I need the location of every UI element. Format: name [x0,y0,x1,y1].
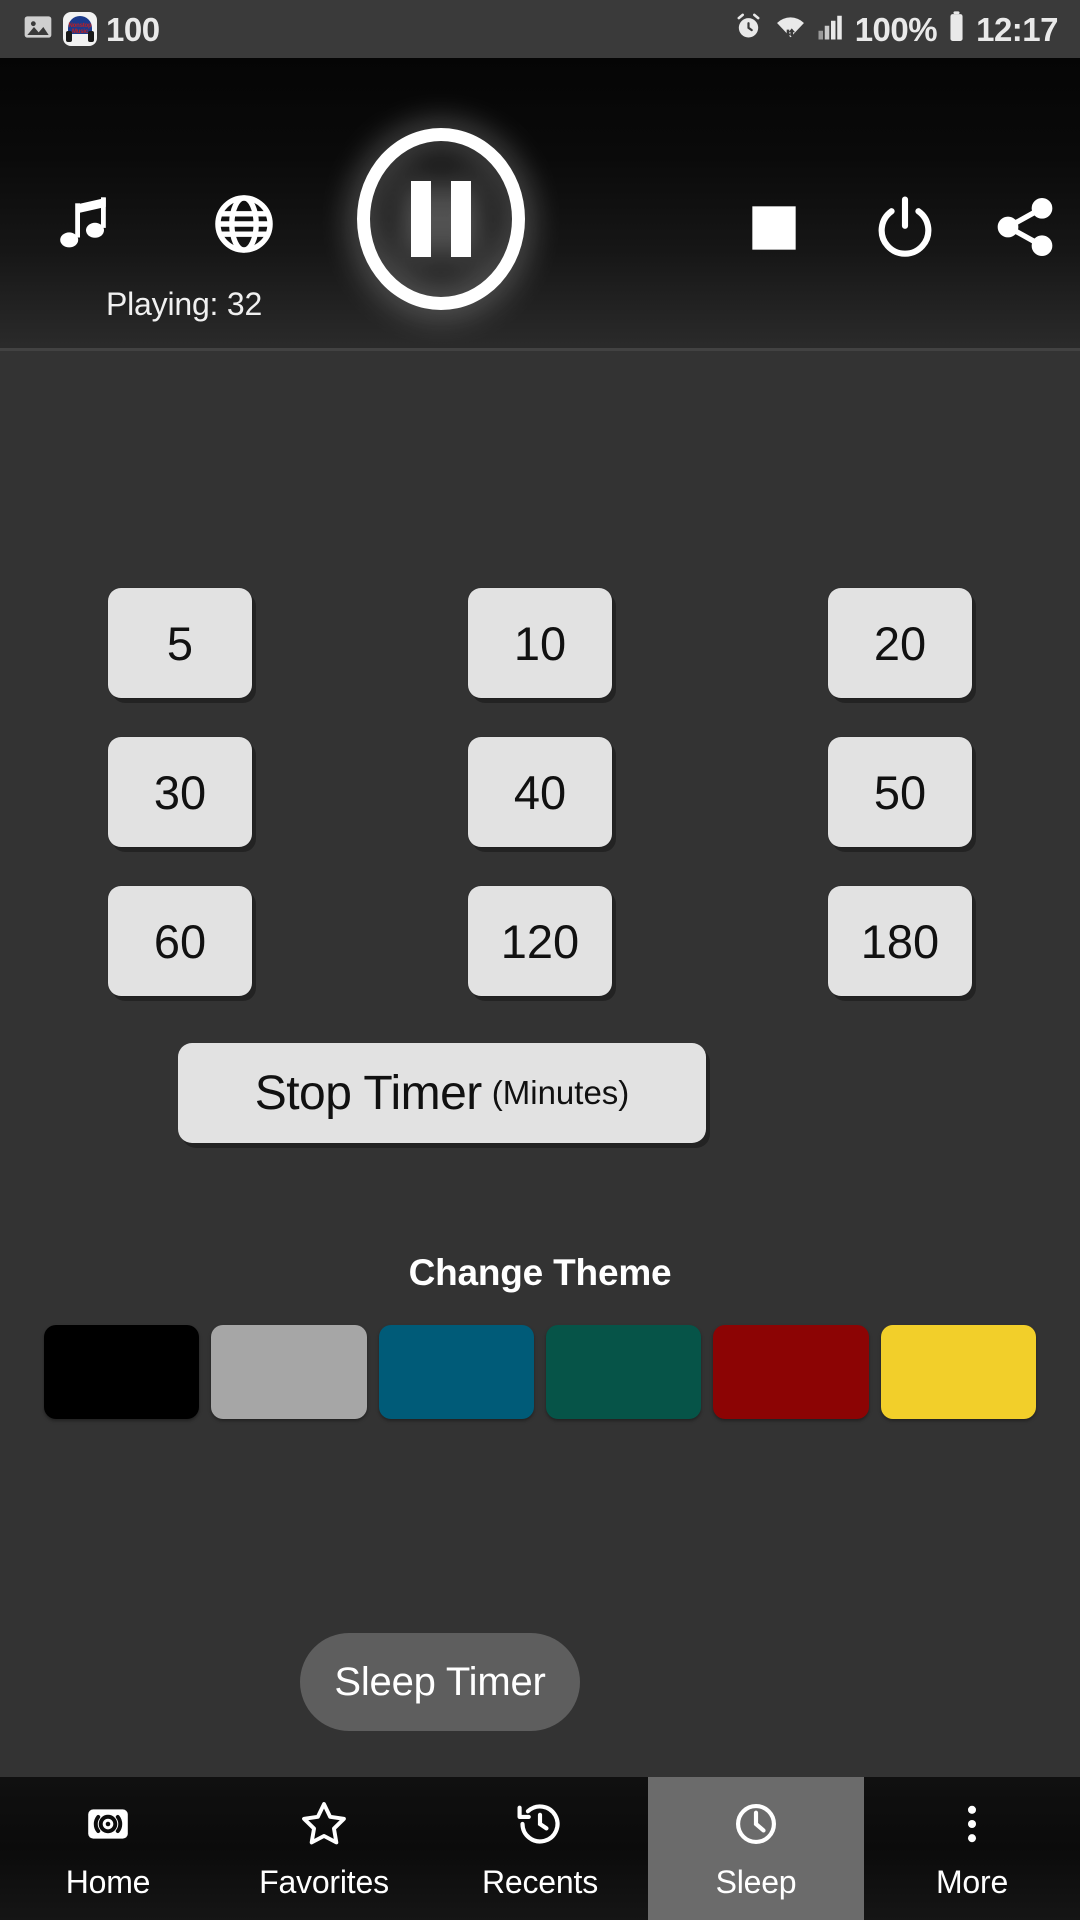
notification-count: 100 [106,10,160,48]
share-icon[interactable] [988,190,1062,264]
wifi-icon [774,11,807,47]
timer-button-10[interactable]: 10 [468,588,612,698]
nav-item-recents[interactable]: Recents [432,1777,648,1920]
status-bar: Nonstop Music 100 100% 12:17 [0,0,1080,58]
playing-count-label: Playing: 32 [106,286,263,322]
globe-icon[interactable] [208,188,280,260]
timer-button-50[interactable]: 50 [828,737,972,847]
pause-bar-left [411,181,431,257]
theme-swatch-red[interactable] [713,1325,869,1419]
change-theme-title: Change Theme [408,1252,672,1293]
player-controls: Playing: 32 [0,58,1080,322]
sleep-timer-pill-label: Sleep Timer [334,1659,546,1704]
theme-swatch-row [44,1325,1036,1419]
timer-button-30[interactable]: 30 [108,737,252,847]
battery-full-icon [947,10,966,48]
alarm-clock-icon [733,11,764,47]
music-note-icon[interactable] [48,186,124,262]
app-screen: Nonstop Music 100 100% 12:17 Playing: 32… [0,0,1080,1920]
battery-percent-label: 100% [854,10,938,48]
theme-swatch-blue[interactable] [378,1325,534,1419]
nav-label-favorites: Favorites [259,1863,389,1900]
pause-bar-right [451,181,471,257]
nav-label-more: More [935,1863,1009,1900]
app-icon-line1: Nonstop [68,22,92,29]
play-pause-ring [357,128,525,310]
player-header: Playing: 32 All The Best Oldies [0,58,1080,350]
app-icon-line2: Music [71,29,88,35]
radio-broadcast-icon [81,1797,135,1851]
play-pause-button[interactable] [355,126,527,312]
nav-item-favorites[interactable]: Favorites [216,1777,432,1920]
nav-item-sleep[interactable]: Sleep [648,1777,864,1920]
nav-label-home: Home [65,1863,151,1900]
cellular-signal-icon [817,12,845,47]
theme-swatch-grey[interactable] [211,1325,367,1419]
timer-button-120[interactable]: 120 [468,886,612,996]
image-icon [22,11,54,48]
stop-square-icon[interactable] [740,194,808,262]
timer-button-5[interactable]: 5 [108,588,252,698]
more-vertical-icon [945,1797,999,1851]
timer-button-180[interactable]: 180 [828,886,972,996]
nonstop-music-app-icon: Nonstop Music [63,12,97,46]
nav-label-sleep: Sleep [715,1863,797,1900]
nav-label-recents: Recents [482,1863,598,1900]
timer-button-20[interactable]: 20 [828,588,972,698]
stop-timer-label: Stop Timer [254,1066,483,1120]
stop-timer-sublabel: (Minutes) [491,1074,630,1111]
clock-icon [729,1797,783,1851]
history-clock-icon [513,1797,567,1851]
theme-swatch-black[interactable] [44,1325,200,1419]
timer-button-40[interactable]: 40 [468,737,612,847]
header-divider [0,348,1080,351]
nav-item-more[interactable]: More [864,1777,1080,1920]
status-bar-right: 100% 12:17 [733,10,1058,48]
bottom-navigation-bar: Home Favorites Recents Sleep More [0,1777,1080,1920]
theme-swatch-yellow[interactable] [880,1325,1036,1419]
power-icon[interactable] [868,190,942,264]
timer-button-60[interactable]: 60 [108,886,252,996]
status-bar-clock: 12:17 [976,10,1058,48]
star-icon [297,1797,351,1851]
status-bar-left: Nonstop Music 100 [22,11,160,48]
timer-options-grid: 5 10 20 30 40 50 60 120 180 [0,588,1080,996]
sleep-timer-pill[interactable]: Sleep Timer [300,1633,580,1731]
theme-swatch-teal[interactable] [545,1325,702,1419]
nav-item-home[interactable]: Home [0,1777,216,1920]
stop-timer-button[interactable]: Stop Timer (Minutes) [178,1043,706,1143]
